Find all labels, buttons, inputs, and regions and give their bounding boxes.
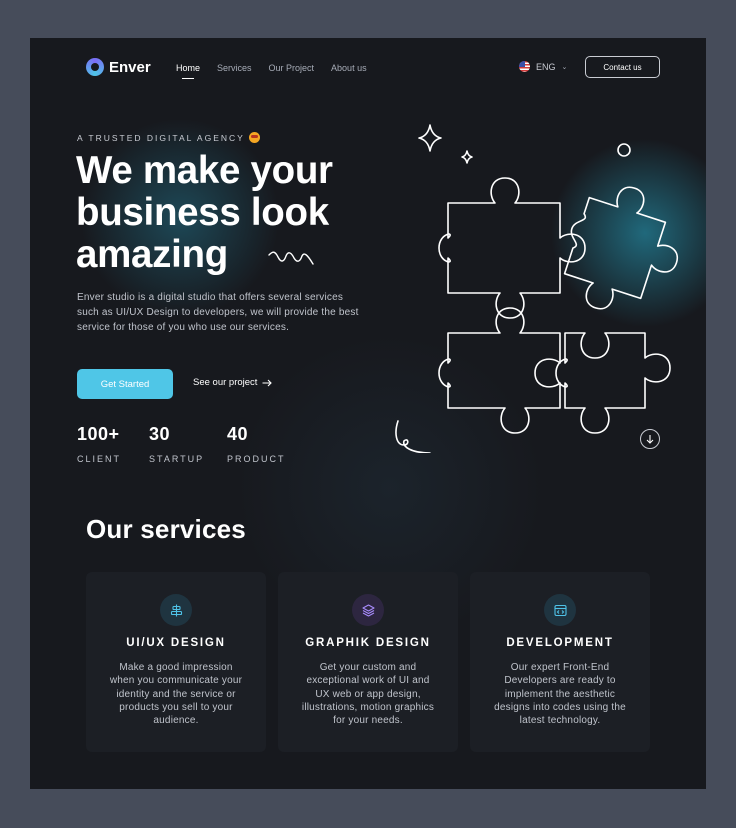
puzzle-illustration <box>395 124 679 453</box>
service-card-development[interactable]: DEVELOPMENT Our expert Front-End Develop… <box>470 572 650 752</box>
stat-product: 40 PRODUCT <box>227 424 299 464</box>
card-description: Make a good impression when you communic… <box>109 662 243 727</box>
brand-name: Enver <box>109 58 151 76</box>
stat-client: 100+ CLIENT <box>77 424 149 464</box>
nav-services[interactable]: Services <box>217 63 252 73</box>
language-selector[interactable]: ENG ⌄ <box>519 61 567 72</box>
hero-description: Enver studio is a digital studio that of… <box>77 292 359 333</box>
squiggle-decoration <box>268 251 314 265</box>
card-description: Get your custom and exceptional work of … <box>301 662 435 727</box>
star-struck-emoji-icon <box>248 132 260 143</box>
stat-value: 100+ <box>77 424 120 444</box>
card-icon-badge <box>160 594 192 626</box>
stat-label: STARTUP <box>149 454 205 464</box>
circle-decoration <box>617 143 631 157</box>
nav-about-us[interactable]: About us <box>331 63 367 73</box>
service-card-graphic[interactable]: GRAPHIK DESIGN Get your custom and excep… <box>278 572 458 752</box>
services-title: Our services <box>86 514 246 544</box>
stat-label: CLIENT <box>77 454 122 464</box>
browser-code-icon <box>553 604 567 616</box>
see-project-link[interactable]: See our project <box>193 377 273 388</box>
arrow-down-icon <box>646 435 654 444</box>
sparkle-icon <box>418 124 442 152</box>
eyebrow-text: A TRUSTED DIGITAL AGENCY <box>77 132 245 143</box>
scroll-down-button[interactable] <box>640 429 660 449</box>
nav-home[interactable]: Home <box>176 63 200 79</box>
card-icon-badge <box>544 594 576 626</box>
see-project-label: See our project <box>193 377 258 388</box>
chevron-down-icon: ⌄ <box>561 63 568 71</box>
contact-button[interactable]: Contact us <box>585 56 660 78</box>
stat-startup: 30 STARTUP <box>149 424 227 464</box>
card-description: Our expert Front-End Developers are read… <box>494 662 626 727</box>
stat-value: 40 <box>227 424 249 444</box>
logo-icon <box>86 58 104 76</box>
stat-label: PRODUCT <box>227 454 286 464</box>
hero-title: We make your business look amazing <box>76 149 333 276</box>
card-title: GRAPHIK DESIGN <box>305 637 431 649</box>
align-icon <box>170 604 182 616</box>
landing-page: Enver Home Services Our Project About us… <box>30 38 706 789</box>
card-title: DEVELOPMENT <box>506 637 614 649</box>
logo[interactable]: Enver <box>86 58 151 76</box>
language-label: ENG <box>536 61 556 72</box>
card-icon-badge <box>352 594 384 626</box>
layers-icon <box>361 603 375 617</box>
us-flag-icon <box>519 61 530 72</box>
hero-eyebrow: A TRUSTED DIGITAL AGENCY <box>77 132 260 143</box>
nav-our-project[interactable]: Our Project <box>269 63 315 73</box>
sparkle-icon <box>461 150 473 164</box>
stats: 100+ CLIENT 30 STARTUP 40 PRODUCT <box>77 424 299 464</box>
service-card-uiux[interactable]: UI/UX DESIGN Make a good impression when… <box>86 572 266 752</box>
main-nav: Home Services Our Project About us <box>176 63 367 79</box>
get-started-button[interactable]: Get Started <box>77 369 173 399</box>
arrow-right-icon <box>262 379 273 386</box>
card-title: UI/UX DESIGN <box>126 637 226 649</box>
stat-value: 30 <box>149 424 171 444</box>
